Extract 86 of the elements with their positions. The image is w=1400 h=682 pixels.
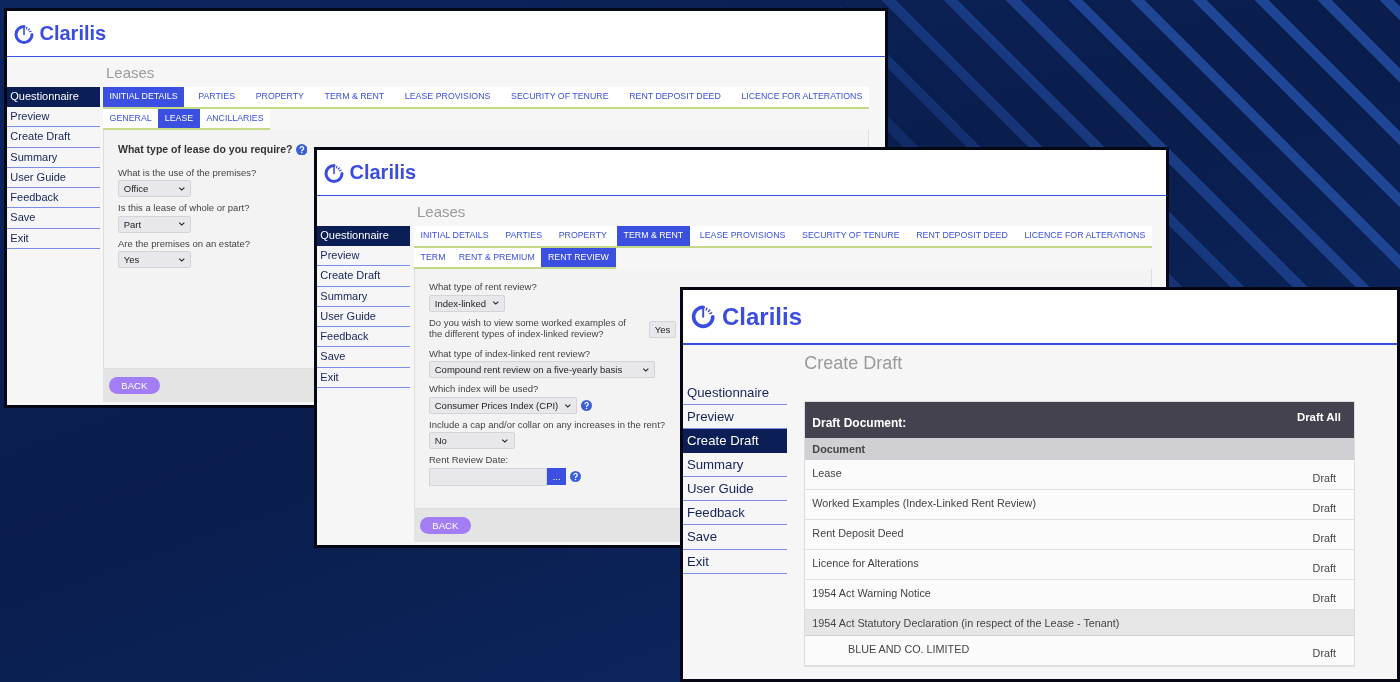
sidebar-item[interactable]: Feedback — [7, 188, 100, 209]
dropdown[interactable]: No — [429, 432, 515, 450]
tab[interactable]: INITIAL DETAILS — [414, 225, 496, 246]
question-label: Rent Review Date: — [429, 455, 509, 467]
question-label: What type of rent review? — [429, 282, 537, 294]
sidebar-item[interactable]: Preview — [7, 107, 100, 128]
tab[interactable]: TERM & RENT — [617, 225, 690, 246]
tab[interactable]: PROPERTY — [249, 86, 311, 107]
subtab[interactable]: ANCILLARIES — [199, 108, 271, 129]
question-label: What type of index-linked rent review? — [429, 349, 591, 360]
tab[interactable]: TERM & RENT — [318, 86, 391, 107]
subtab[interactable]: TERM — [414, 247, 453, 268]
draft-link[interactable]: Draft — [1312, 561, 1336, 574]
document-name: Rent Deposit Deed — [812, 526, 904, 539]
question-label: Is this a lease of whole or part? — [118, 203, 250, 215]
draft-link[interactable]: Draft — [1312, 647, 1336, 660]
subtab[interactable]: LEASE — [158, 108, 200, 129]
tab[interactable]: RENT DEPOSIT DEED — [622, 86, 728, 107]
tab[interactable]: LEASE PROVISIONS — [693, 225, 792, 246]
question-label: Include a cap and/or collar on any increases in the rent? — [429, 419, 666, 431]
sidebar-item[interactable]: Feedback — [683, 501, 788, 526]
draft-link[interactable]: Draft — [1312, 471, 1336, 484]
sidebar-item[interactable]: Exit — [683, 549, 788, 574]
sidebar-item[interactable]: User Guide — [683, 477, 788, 502]
draft-link[interactable]: Draft — [1312, 591, 1336, 604]
question-label: What is the use of the premises? — [118, 167, 257, 179]
draft-link[interactable]: Draft — [1312, 531, 1336, 544]
logo-text: Clarilis — [39, 22, 107, 45]
sidebar-item[interactable]: Exit — [7, 228, 100, 249]
question-label: Do you wish to view some worked examples of the different types of index-linked review? — [429, 317, 627, 340]
sidebar-item[interactable]: Summary — [7, 147, 100, 168]
dropdown[interactable]: Part — [118, 215, 192, 233]
page-title: Create Draft — [803, 352, 903, 376]
tab[interactable]: LICENCE FOR ALTERATIONS — [1017, 225, 1152, 246]
sidebar-item[interactable]: Create Draft — [7, 127, 100, 148]
tab[interactable]: PARTIES — [498, 225, 549, 246]
document-name: Licence for Alterations — [812, 556, 919, 569]
dropdown[interactable]: Yes — [649, 320, 676, 338]
tab[interactable]: LEASE PROVISIONS — [398, 86, 497, 107]
question-heading: What type of lease do you require? — [118, 143, 293, 156]
document-name: Worked Examples (Index-Linked Rent Review) — [812, 496, 1036, 509]
tab[interactable]: INITIAL DETAILS — [103, 86, 185, 107]
tab[interactable]: PARTIES — [191, 86, 242, 107]
sidebar-item[interactable]: User Guide — [7, 167, 100, 188]
page-title: Leases — [105, 63, 155, 83]
dropdown[interactable]: Office — [118, 180, 192, 198]
sidebar-item[interactable]: Questionnaire — [317, 225, 410, 246]
draft-all-link[interactable]: Draft All — [1296, 411, 1341, 424]
subtab[interactable]: RENT REVIEW — [541, 247, 616, 268]
tab[interactable]: RENT DEPOSIT DEED — [909, 225, 1015, 246]
sidebar-item[interactable]: User Guide — [317, 306, 410, 327]
column-label: Document — [812, 443, 866, 456]
draft-link[interactable]: Draft — [1312, 501, 1336, 514]
document-name: 1954 Act Warning Notice — [812, 586, 931, 599]
question-label: Which index will be used? — [429, 384, 539, 396]
sidebar-item[interactable]: Save — [7, 208, 100, 229]
sidebar-item[interactable]: Questionnaire — [683, 380, 788, 405]
sidebar-item[interactable]: Feedback — [317, 327, 410, 348]
dropdown[interactable]: Consumer Prices Index (CPI) — [429, 396, 578, 414]
question-label: Are the premises on an estate? — [118, 238, 251, 250]
sidebar-item[interactable]: Questionnaire — [7, 86, 100, 107]
sidebar-item[interactable]: Summary — [317, 286, 410, 307]
tab[interactable]: LICENCE FOR ALTERATIONS — [734, 86, 869, 107]
dropdown[interactable]: Index-linked — [429, 294, 505, 312]
tab[interactable]: SECURITY OF TENURE — [504, 86, 616, 107]
dropdown[interactable]: Yes — [118, 251, 192, 269]
logo-text: Clarilis — [721, 302, 802, 331]
sidebar-item[interactable]: Save — [317, 347, 410, 368]
page-title: Leases — [416, 202, 466, 222]
sidebar-item[interactable]: Create Draft — [317, 266, 410, 287]
subtab[interactable]: RENT & PREMIUM — [452, 247, 542, 268]
sidebar-item[interactable]: Exit — [317, 367, 410, 388]
document-name: 1954 Act Statutory Declaration (in respect of the Lease - Tenant) — [812, 616, 1120, 629]
logo-text: Clarilis — [349, 161, 417, 184]
sidebar-item[interactable]: Save — [683, 525, 788, 550]
sidebar-item[interactable]: Create Draft — [683, 429, 788, 454]
subtab[interactable]: GENERAL — [103, 108, 159, 129]
tab[interactable]: PROPERTY — [552, 225, 614, 246]
date-picker-button[interactable]: ... — [547, 468, 567, 486]
document-name: BLUE AND CO. LIMITED — [847, 642, 970, 655]
document-name: Lease — [812, 466, 842, 479]
sidebar-item[interactable]: Summary — [683, 453, 788, 478]
dropdown[interactable]: Compound rent review on a five-yearly basis — [429, 361, 656, 379]
sidebar-item[interactable]: Preview — [317, 246, 410, 267]
tab[interactable]: SECURITY OF TENURE — [795, 225, 907, 246]
table-title: Draft Document: — [812, 415, 907, 430]
